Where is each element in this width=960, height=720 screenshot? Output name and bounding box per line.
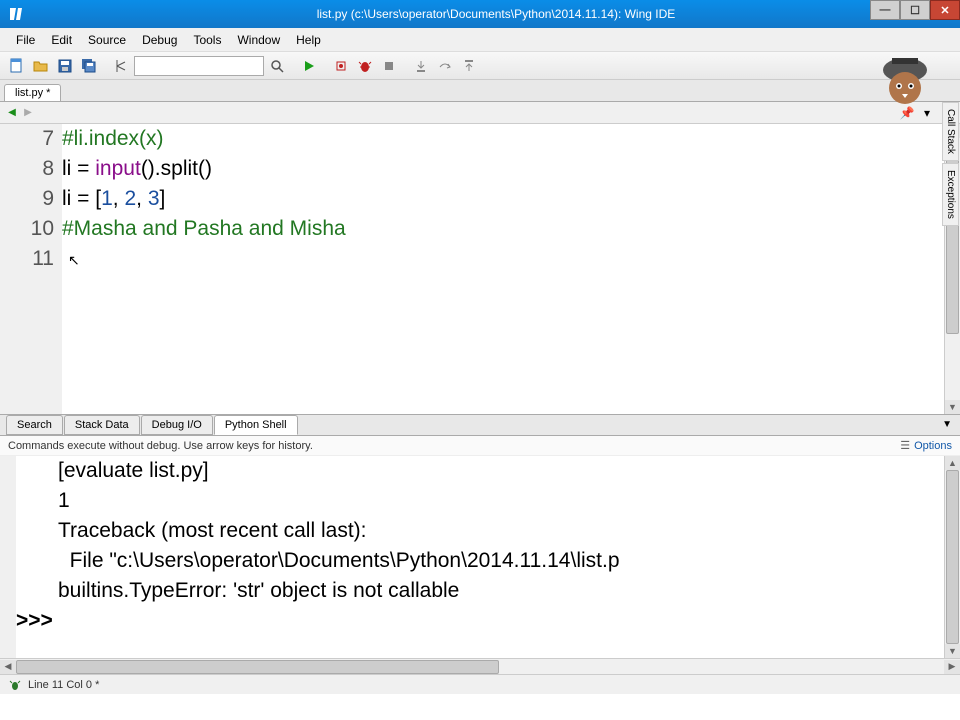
tab-stack-data[interactable]: Stack Data	[64, 415, 140, 435]
shell-hscrollbar[interactable]: ◀ ▶	[0, 658, 960, 674]
shell-output[interactable]: [evaluate list.py]1Traceback (most recen…	[16, 456, 944, 658]
bottom-tab-strip: Search Stack Data Debug I/O Python Shell…	[0, 414, 960, 436]
menu-file[interactable]: File	[8, 30, 43, 50]
app-icon	[8, 6, 24, 22]
close-button[interactable]: ✕	[930, 0, 960, 20]
file-tab-strip: list.py *	[0, 80, 960, 102]
search-button[interactable]	[266, 55, 288, 77]
menu-window[interactable]: Window	[229, 30, 288, 50]
nav-forward-button[interactable]: ▶	[20, 105, 36, 121]
hscroll-thumb[interactable]	[16, 660, 499, 674]
line-number: 8	[0, 154, 54, 184]
maximize-button[interactable]: ☐	[900, 0, 930, 20]
status-bug-icon	[8, 678, 22, 692]
scroll-left-button[interactable]: ◀	[0, 660, 16, 674]
file-tab[interactable]: list.py *	[4, 84, 61, 101]
menu-tools[interactable]: Tools	[185, 30, 229, 50]
shell-gutter	[0, 456, 16, 658]
step-into-button[interactable]	[410, 55, 432, 77]
menu-source[interactable]: Source	[80, 30, 134, 50]
window-title: list.py (c:\Users\operator\Documents\Pyt…	[32, 7, 960, 21]
scroll-up-button[interactable]: ▲	[945, 456, 960, 470]
line-number: 7	[0, 124, 54, 154]
tab-python-shell[interactable]: Python Shell	[214, 415, 298, 435]
stop-button[interactable]	[378, 55, 400, 77]
line-gutter: 7 8 9 10 11	[0, 124, 62, 414]
menu-edit[interactable]: Edit	[43, 30, 80, 50]
menu-debug[interactable]: Debug	[134, 30, 185, 50]
mascot-icon	[870, 48, 940, 108]
nav-back-button[interactable]: ◀	[4, 105, 20, 121]
scroll-down-button[interactable]: ▼	[945, 400, 960, 414]
shell-hint-bar: Commands execute without debug. Use arro…	[0, 436, 960, 456]
save-all-button[interactable]	[78, 55, 100, 77]
status-text: Line 11 Col 0 *	[28, 679, 99, 691]
scroll-down-button[interactable]: ▼	[945, 644, 960, 658]
statusbar: Line 11 Col 0 *	[0, 674, 960, 694]
step-out-button[interactable]	[458, 55, 480, 77]
line-number: 11	[0, 244, 54, 274]
side-tabs: Call Stack Exceptions	[942, 102, 960, 228]
scroll-thumb[interactable]	[946, 470, 959, 644]
search-input[interactable]	[134, 56, 264, 76]
options-icon: ☰	[900, 439, 910, 452]
minimize-button[interactable]: —	[870, 0, 900, 20]
editor-nav: ◀ ▶ 📌 ▾ ✖	[0, 102, 960, 124]
menu-help[interactable]: Help	[288, 30, 329, 50]
line-number: 10	[0, 214, 54, 244]
shell-vscrollbar[interactable]: ▲ ▼	[944, 456, 960, 658]
open-file-button[interactable]	[30, 55, 52, 77]
new-file-button[interactable]	[6, 55, 28, 77]
code-area[interactable]: #li.index(x)li = input().split()li = [1,…	[62, 124, 944, 414]
side-tab-exceptions[interactable]: Exceptions	[942, 163, 959, 226]
save-button[interactable]	[54, 55, 76, 77]
python-shell: [evaluate list.py]1Traceback (most recen…	[0, 456, 960, 658]
titlebar: list.py (c:\Users\operator\Documents\Pyt…	[0, 0, 960, 28]
toolbar	[0, 52, 960, 80]
goto-button[interactable]	[110, 55, 132, 77]
menubar: File Edit Source Debug Tools Window Help	[0, 28, 960, 52]
editor: 7 8 9 10 11 #li.index(x)li = input().spl…	[0, 124, 960, 414]
debug-bug-button[interactable]	[354, 55, 376, 77]
scroll-right-button[interactable]: ▶	[944, 660, 960, 674]
tabs-dropdown-icon[interactable]: ▼	[942, 419, 952, 430]
options-link[interactable]: Options	[914, 440, 952, 452]
shell-hint: Commands execute without debug. Use arro…	[8, 440, 313, 452]
tab-search[interactable]: Search	[6, 415, 63, 435]
step-over-button[interactable]	[434, 55, 456, 77]
debug-target-button[interactable]	[330, 55, 352, 77]
window-controls: — ☐ ✕	[870, 0, 960, 20]
run-button[interactable]	[298, 55, 320, 77]
cursor-icon: ↖	[68, 252, 80, 269]
line-number: 9	[0, 184, 54, 214]
side-tab-callstack[interactable]: Call Stack	[942, 102, 959, 161]
tab-debug-io[interactable]: Debug I/O	[141, 415, 213, 435]
